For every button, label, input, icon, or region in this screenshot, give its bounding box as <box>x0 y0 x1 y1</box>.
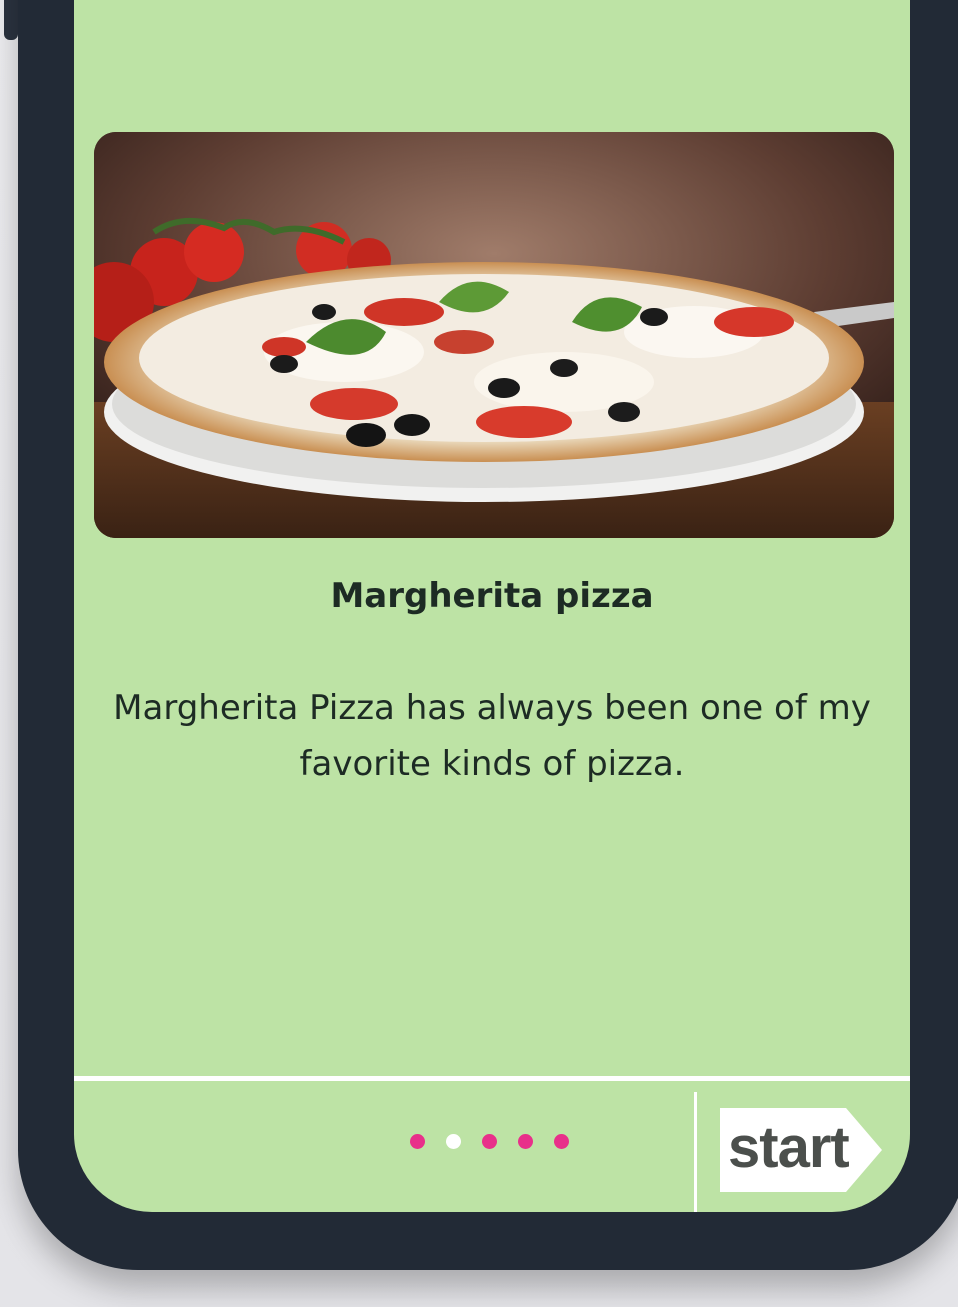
device-stage: Margherita pizza Margherita Pizza has al… <box>0 0 958 1307</box>
page-indicator <box>410 1134 569 1149</box>
page-dot-2-active[interactable] <box>446 1134 461 1149</box>
pizza-photo <box>94 132 894 538</box>
start-button[interactable]: start <box>720 1108 882 1192</box>
item-description: Margherita Pizza has always been one of … <box>113 688 871 784</box>
page-dot-4[interactable] <box>518 1134 533 1149</box>
footer-vertical-divider <box>694 1092 697 1212</box>
page-dot-5[interactable] <box>554 1134 569 1149</box>
start-button-label: start <box>728 1115 850 1180</box>
footer-divider <box>74 1076 910 1081</box>
page-dot-1[interactable] <box>410 1134 425 1149</box>
page-dot-3[interactable] <box>482 1134 497 1149</box>
phone-side-button <box>4 0 18 40</box>
pizza-illustration <box>94 132 894 538</box>
app-screen: Margherita pizza Margherita Pizza has al… <box>74 0 910 1212</box>
item-title: Margherita pizza <box>330 576 654 616</box>
